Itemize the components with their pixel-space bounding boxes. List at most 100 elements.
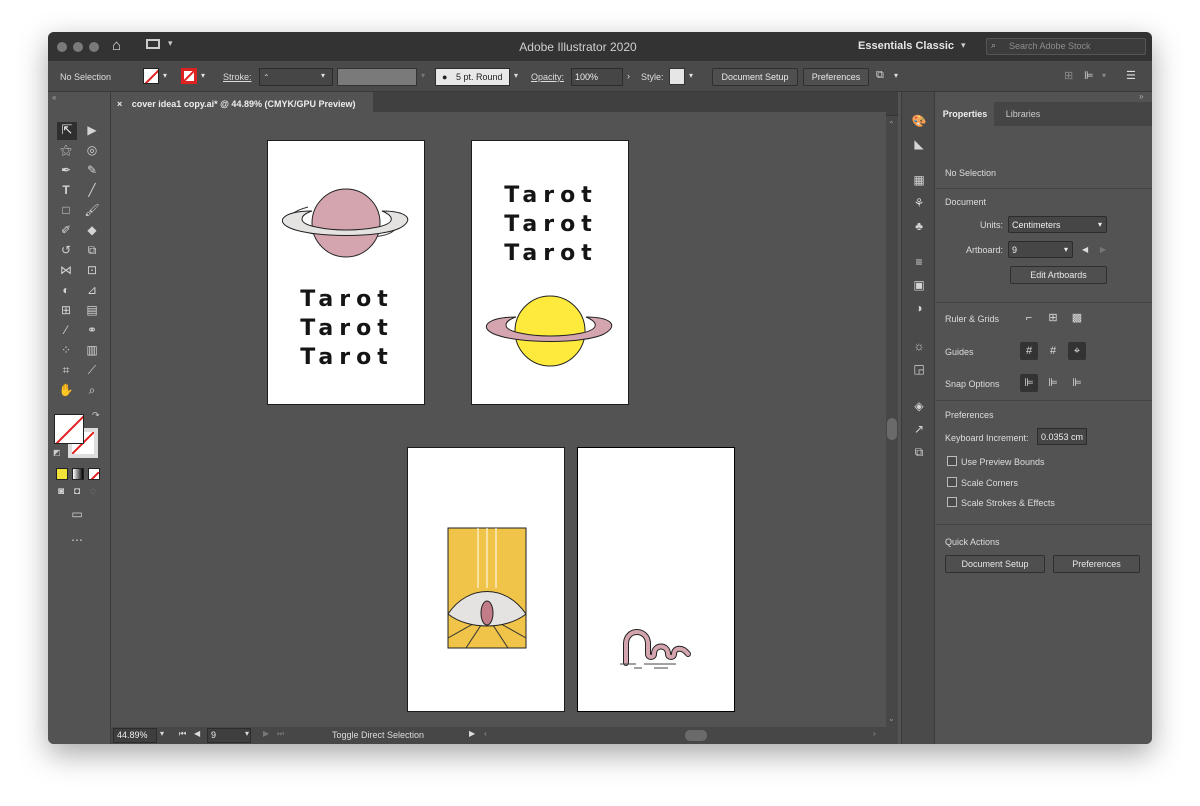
artboard-4[interactable] xyxy=(577,447,735,712)
chevron-down-icon[interactable]: ▾ xyxy=(514,71,518,80)
artboard-1[interactable]: Tarot Tarot Tarot xyxy=(267,140,425,405)
shape-builder-icon[interactable]: ◐ xyxy=(57,282,75,300)
distribute-icon[interactable]: ⊫ xyxy=(1084,69,1094,82)
close-tab-icon[interactable]: × xyxy=(117,99,122,109)
hand-icon[interactable]: ✋ xyxy=(57,382,75,400)
artboard-2[interactable]: Tarot Tarot Tarot xyxy=(471,140,629,405)
rectangle-icon[interactable]: □ xyxy=(57,202,75,220)
fill-box[interactable] xyxy=(54,414,84,444)
opacity-field[interactable]: 100% xyxy=(571,68,623,86)
line-icon[interactable]: ╱ xyxy=(83,182,101,200)
color-icon[interactable]: 🎨 xyxy=(910,113,928,131)
lasso-icon[interactable]: ◎ xyxy=(83,142,101,160)
fill-swatch[interactable] xyxy=(143,68,159,84)
type-icon[interactable]: T xyxy=(57,182,75,200)
pen-icon[interactable]: ✒ xyxy=(57,162,75,180)
stepper-icon[interactable]: ⌃ xyxy=(263,73,270,82)
collapse-icon[interactable]: » xyxy=(1139,92,1143,101)
rulers-icon[interactable]: ⌐ xyxy=(1020,309,1038,327)
perspective-grid-icon[interactable]: ⊿ xyxy=(83,282,101,300)
vertical-scrollbar[interactable]: ⌃ ⌄ xyxy=(886,116,898,727)
scale-strokes-checkbox[interactable] xyxy=(947,497,957,507)
paintbrush-icon[interactable]: 🖌 xyxy=(83,202,101,220)
transparency-icon[interactable]: ◑ xyxy=(910,300,928,318)
zoom-field[interactable]: 44.89% xyxy=(113,728,157,743)
artboards-panel-icon[interactable]: ⧉ xyxy=(910,444,928,462)
arrange-icon[interactable]: ⧉ xyxy=(876,69,884,82)
transparency-grid-icon[interactable]: ▩ xyxy=(1068,309,1086,327)
chevron-down-icon[interactable]: ▾ xyxy=(201,71,205,80)
shaper-icon[interactable]: ✐ xyxy=(57,222,75,240)
selection-tool-icon[interactable]: ⇱ xyxy=(57,122,77,140)
chevron-down-icon[interactable]: ▾ xyxy=(245,729,249,738)
snap-to-glyph-icon[interactable]: ⊫ xyxy=(1068,374,1086,392)
mesh-icon[interactable]: ⊞ xyxy=(57,302,75,320)
chevron-down-icon[interactable]: ▾ xyxy=(421,71,425,80)
gradient-panel-icon[interactable]: ▣ xyxy=(910,277,928,295)
smart-guides-icon[interactable]: ⌖ xyxy=(1068,342,1086,360)
symbol-sprayer-icon[interactable]: ⁘ xyxy=(57,342,75,360)
home-icon[interactable]: ⌂ xyxy=(112,37,121,54)
appearance-icon[interactable]: ☼ xyxy=(910,338,928,356)
snap-to-pixel-icon[interactable]: ⊫ xyxy=(1044,374,1062,392)
chevron-down-icon[interactable]: ▾ xyxy=(1102,71,1106,80)
tab-libraries[interactable]: Libraries xyxy=(994,102,1052,126)
eraser-icon[interactable]: ◆ xyxy=(83,222,101,240)
show-guides-icon[interactable]: # xyxy=(1020,342,1038,360)
chevron-down-icon[interactable]: ▾ xyxy=(894,71,898,80)
column-graph-icon[interactable]: ▥ xyxy=(83,342,101,360)
scroll-thumb[interactable] xyxy=(887,418,897,440)
color-guide-icon[interactable]: ◣ xyxy=(910,136,928,154)
chevron-down-icon[interactable]: ▾ xyxy=(321,71,325,80)
brush-definition[interactable]: ● 5 pt. Round xyxy=(435,68,510,86)
direct-selection-icon[interactable]: ▶ xyxy=(83,122,101,140)
use-preview-bounds-checkbox[interactable] xyxy=(947,456,957,466)
brushes-icon[interactable]: ⚘ xyxy=(910,195,928,213)
eyedropper-icon[interactable]: ⁄ xyxy=(57,322,75,340)
scale-corners-checkbox[interactable] xyxy=(947,477,957,487)
slice-icon[interactable]: ⟋ xyxy=(83,362,101,380)
lock-guides-icon[interactable]: # xyxy=(1044,342,1062,360)
close-window-dot[interactable] xyxy=(57,42,67,52)
stock-search[interactable]: ⌕ Search Adobe Stock xyxy=(986,38,1146,55)
free-transform-icon[interactable]: ⊡ xyxy=(83,262,101,280)
minimize-window-dot[interactable] xyxy=(73,42,83,52)
default-colors-icon[interactable]: ◩ xyxy=(53,448,61,457)
scale-icon[interactable]: ⧉ xyxy=(83,242,101,260)
stroke-swatch[interactable] xyxy=(181,68,197,84)
layout-icon[interactable] xyxy=(146,39,160,49)
keyboard-increment-field[interactable]: 0.0353 cm xyxy=(1037,428,1087,445)
first-artboard-icon[interactable]: ⏮ xyxy=(179,729,186,739)
stroke-panel-icon[interactable]: ≡ xyxy=(910,254,928,272)
artboard-3[interactable] xyxy=(407,447,565,712)
workspace-switcher[interactable]: Essentials Classic xyxy=(858,40,954,52)
horizontal-scroll-thumb[interactable] xyxy=(685,730,707,741)
scroll-left-icon[interactable]: ‹ xyxy=(484,729,487,738)
snap-to-point-icon[interactable]: ⊫ xyxy=(1020,374,1038,392)
last-artboard-icon[interactable]: ⏭ xyxy=(277,729,284,739)
units-select[interactable]: Centimeters ▾ xyxy=(1008,216,1107,233)
none-mode-button[interactable] xyxy=(88,468,100,480)
panel-menu-icon[interactable]: ☰ xyxy=(1126,69,1136,82)
gradient-mode-button[interactable] xyxy=(72,468,84,480)
blend-icon[interactable]: ⚭ xyxy=(83,322,101,340)
chevron-down-icon[interactable]: ▾ xyxy=(160,729,164,738)
previous-artboard-icon[interactable]: ◀ xyxy=(194,729,200,738)
zoom-icon[interactable]: ⌕ xyxy=(83,382,101,400)
swatches-icon[interactable]: ▦ xyxy=(910,172,928,190)
rotate-icon[interactable]: ↺ xyxy=(57,242,75,260)
variable-width-profile[interactable] xyxy=(337,68,417,86)
width-icon[interactable]: ⋈ xyxy=(57,262,75,280)
scroll-down-icon[interactable]: ⌄ xyxy=(888,714,895,723)
grid-icon[interactable]: ⊞ xyxy=(1044,309,1062,327)
previous-artboard-icon[interactable]: ◀ xyxy=(1082,245,1088,254)
canvas-area[interactable]: Tarot Tarot Tarot Tarot Tarot Tarot xyxy=(111,112,886,727)
artboard-tool-icon[interactable]: ⌗ xyxy=(57,362,75,380)
chevron-right-icon[interactable]: › xyxy=(627,71,630,81)
style-swatch[interactable] xyxy=(669,68,685,85)
symbols-icon[interactable]: ♣ xyxy=(910,218,928,236)
draw-inside-icon[interactable]: ◌ xyxy=(84,484,102,502)
scroll-right-icon[interactable]: › xyxy=(873,729,876,738)
preferences-button[interactable]: Preferences xyxy=(803,68,869,86)
chevron-down-icon[interactable]: ▾ xyxy=(689,71,693,80)
